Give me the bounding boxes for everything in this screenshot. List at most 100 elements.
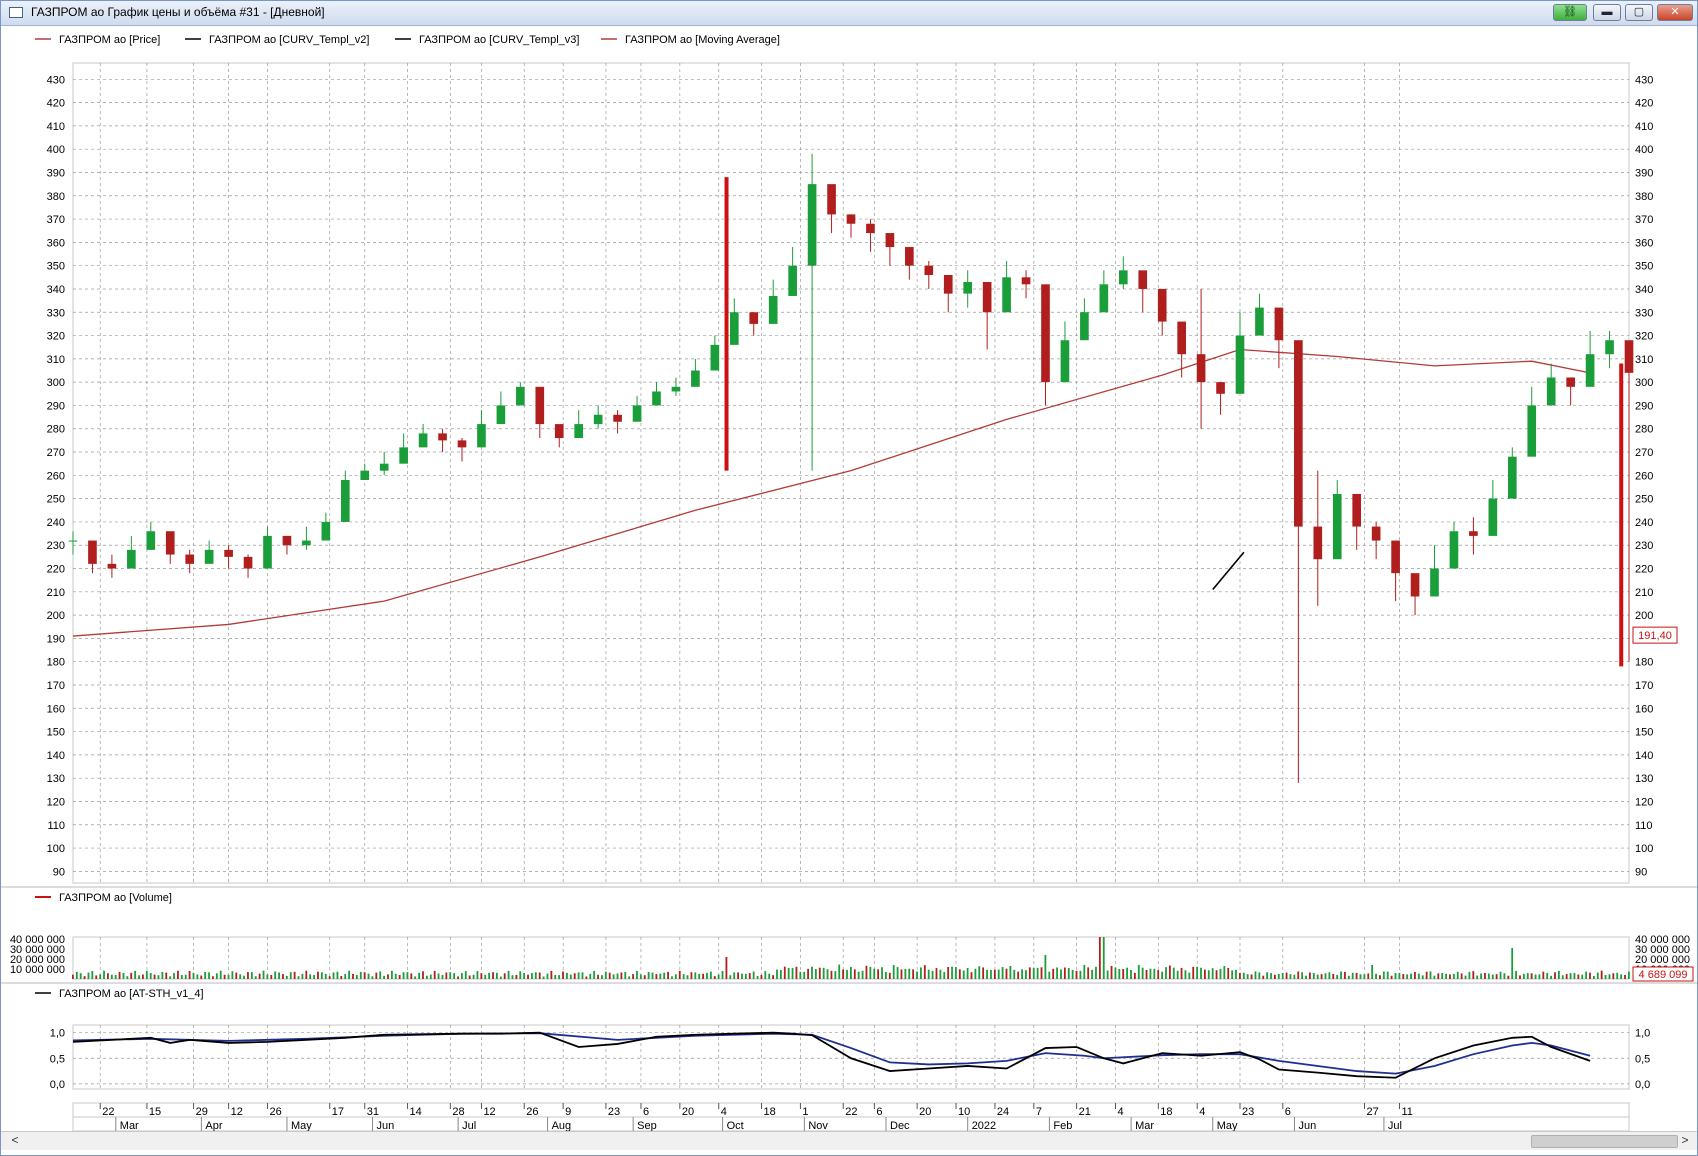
volume-bar: [208, 972, 210, 979]
volume-bar: [1262, 975, 1265, 979]
volume-bar: [429, 974, 432, 979]
volume-bar: [1371, 965, 1374, 979]
volume-bar: [1394, 973, 1397, 979]
legend-entry: ГАЗПРОМ ао [AT-STH_v1_4]: [59, 988, 204, 1000]
day-label: 11: [1401, 1106, 1412, 1118]
volume-bar: [1480, 973, 1482, 979]
price-tick-left: 420: [47, 98, 65, 110]
candle-body: [1060, 340, 1070, 383]
volume-bar: [507, 970, 510, 979]
month-label: Oct: [727, 1120, 744, 1131]
candle-body: [1585, 354, 1595, 387]
volume-bar: [803, 971, 806, 979]
volume-bar: [227, 974, 230, 979]
volume-bar: [585, 976, 588, 979]
price-tick-right: 140: [1635, 750, 1653, 762]
volume-bar: [550, 970, 553, 979]
candle-body: [768, 295, 778, 324]
price-tick-right: 100: [1635, 843, 1653, 855]
price-tick-right: 170: [1635, 680, 1653, 692]
volume-bar: [748, 973, 751, 979]
candle-body: [807, 184, 817, 266]
volume-bar: [1188, 972, 1191, 979]
volume-bar: [1417, 973, 1420, 979]
price-tick-right: 200: [1635, 610, 1653, 622]
candle-body: [1274, 307, 1284, 341]
scrollbar-thumb[interactable]: [1531, 1135, 1678, 1148]
day-label: 22: [845, 1106, 857, 1118]
price-tick-left: 130: [47, 773, 65, 785]
price-tick-left: 370: [47, 214, 65, 226]
volume-bar: [1036, 967, 1039, 979]
scroll-left-icon[interactable]: <: [7, 1133, 23, 1147]
volume-bar: [620, 972, 623, 979]
volume-bar: [1153, 968, 1156, 979]
volume-bar: [293, 971, 296, 979]
volume-bar: [659, 973, 662, 979]
volume-bar: [639, 974, 642, 979]
volume-bar: [1507, 975, 1510, 979]
volume-bar: [149, 972, 152, 979]
volume-bar: [496, 972, 498, 979]
candle-body: [1605, 340, 1614, 355]
price-tick-left: 120: [47, 796, 65, 808]
volume-bar: [923, 965, 926, 979]
price-tick-left: 180: [47, 657, 65, 669]
price-tick-left: 250: [47, 494, 65, 506]
close-button[interactable]: ✕: [1657, 4, 1693, 21]
volume-bar: [1577, 974, 1580, 979]
volume-bar: [95, 975, 98, 979]
volume-bar: [449, 972, 452, 979]
candle-body: [1157, 288, 1167, 322]
day-label: 14: [410, 1106, 422, 1118]
price-tick-right: 310: [1635, 354, 1653, 366]
volume-bar: [320, 972, 323, 979]
minimize-button[interactable]: ▬: [1593, 4, 1621, 21]
day-label: 10: [958, 1106, 970, 1118]
volume-bar: [114, 974, 117, 979]
price-tick-left: 340: [47, 284, 65, 296]
volume-bar: [943, 972, 946, 979]
volume-bar: [457, 976, 459, 979]
volume-bar: [1235, 969, 1237, 979]
price-tick-right: 90: [1635, 866, 1647, 878]
candle-body: [1488, 498, 1498, 536]
volume-bar: [1386, 971, 1389, 979]
volume-bar: [1503, 973, 1506, 979]
last-price-label: 191,40: [1638, 630, 1672, 642]
volume-bar: [865, 965, 868, 979]
title-bar[interactable]: ГАЗПРОМ ао График цены и объёма #31 - [Д…: [1, 1, 1697, 26]
scroll-right-icon[interactable]: >: [1677, 1133, 1693, 1147]
maximize-button[interactable]: ▢: [1625, 4, 1653, 21]
horizontal-scrollbar[interactable]: < >: [1, 1131, 1697, 1150]
volume-bar: [297, 976, 300, 979]
month-label: Jun: [1298, 1120, 1316, 1131]
volume-bar: [686, 975, 689, 979]
volume-bar: [1285, 972, 1288, 979]
chart-area[interactable]: 90 90100 100110 110120 120130 130140 140150 150…: [1, 25, 1697, 1131]
candle-body: [302, 540, 311, 546]
volume-bar: [177, 970, 179, 979]
volume-bar: [492, 972, 494, 979]
volume-bar: [935, 968, 938, 979]
candle-body: [1294, 340, 1303, 527]
day-label: 21: [1079, 1106, 1091, 1118]
price-tick-left: 320: [47, 331, 65, 343]
candle-body: [1566, 377, 1575, 387]
volume-bar: [632, 974, 634, 979]
volume-bar: [1530, 973, 1533, 979]
volume-bar: [682, 974, 685, 979]
volume-bar: [1355, 972, 1358, 979]
volume-bar: [737, 972, 739, 979]
volume-tick-right: 40 000 000: [1635, 934, 1690, 946]
link-icon[interactable]: ⛓: [1553, 4, 1587, 21]
volume-bar: [647, 971, 650, 979]
candle-body: [652, 391, 661, 406]
volume-bar: [729, 975, 732, 979]
volume-bar: [857, 971, 860, 979]
volume-bar: [566, 972, 568, 979]
volume-bar: [410, 973, 413, 979]
volume-bar: [1437, 973, 1440, 979]
volume-bar: [1001, 967, 1004, 979]
price-tick-left: 100: [47, 843, 65, 855]
